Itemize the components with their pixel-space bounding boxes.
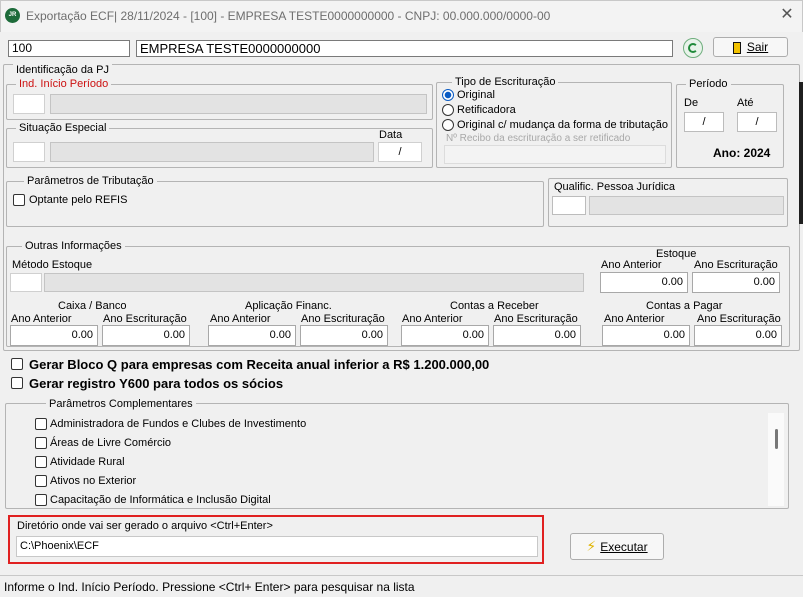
- radio-original-label: Original: [457, 89, 495, 101]
- estoque-ano-anterior-field[interactable]: 0.00: [600, 272, 688, 293]
- periodo-ate-label: Até: [737, 97, 754, 109]
- sair-button[interactable]: Sair: [713, 37, 788, 57]
- periodo-de-label: De: [684, 97, 699, 109]
- situacao-description-field: [50, 142, 374, 162]
- periodo-ano: Ano: 2024: [713, 146, 771, 160]
- y600-checkbox[interactable]: [11, 377, 23, 389]
- situacao-legend: Situação Especial: [16, 122, 110, 134]
- tipo-escrituracao-legend: Tipo de Escrituração: [452, 76, 559, 88]
- contas-pagar-ano-anterior-label: Ano Anterior: [604, 313, 665, 325]
- caixa-banco-ano-anterior-field[interactable]: 0.00: [10, 325, 98, 346]
- executar-button-label: Executar: [600, 540, 648, 554]
- refis-checkbox[interactable]: [13, 194, 25, 206]
- status-bar-text: Informe o Ind. Início Período. Pressione…: [4, 580, 415, 594]
- radio-original[interactable]: [442, 89, 454, 101]
- complementares-legend: Parâmetros Complementares: [46, 398, 196, 410]
- complementar-label-5: Capacitação de Informática e Inclusão Di…: [50, 494, 271, 506]
- scrollbar-thumb[interactable]: [775, 429, 778, 449]
- periodo-de-field[interactable]: /: [684, 112, 724, 132]
- periodo-legend: Período: [686, 78, 731, 90]
- company-name-field[interactable]: EMPRESA TESTE0000000000: [136, 40, 673, 57]
- complementar-checkbox-5[interactable]: [35, 494, 47, 506]
- radio-retificadora[interactable]: [442, 104, 454, 116]
- sair-button-label: Sair: [746, 40, 769, 54]
- executar-button[interactable]: ⚡ Executar: [570, 533, 664, 560]
- contas-receber-title: Contas a Receber: [450, 300, 539, 312]
- contas-pagar-ano-anterior-field[interactable]: 0.00: [602, 325, 690, 346]
- caixa-banco-ano-anterior-label: Ano Anterior: [11, 313, 72, 325]
- periodo-ate-field[interactable]: /: [737, 112, 777, 132]
- company-code-field[interactable]: 100: [8, 40, 130, 57]
- ind-inicio-description-field: [50, 94, 427, 114]
- caixa-banco-ano-escrit-label: Ano Escrituração: [103, 313, 187, 325]
- complementar-label-1: Administradora de Fundos e Clubes de Inv…: [50, 418, 307, 430]
- parametros-tributacao-legend: Parâmetros de Tributação: [24, 175, 157, 187]
- contas-receber-ano-escrit-field[interactable]: 0.00: [493, 325, 581, 346]
- situacao-code-field[interactable]: [13, 142, 45, 162]
- close-icon[interactable]: ✕: [777, 5, 797, 25]
- complementar-checkbox-1[interactable]: [35, 418, 47, 430]
- contas-pagar-ano-escrit-label: Ano Escrituração: [697, 313, 781, 325]
- estoque-ano-anterior-label: Ano Anterior: [601, 259, 662, 271]
- aplicacao-financ-ano-escrit-label: Ano Escrituração: [301, 313, 385, 325]
- recibo-field: [444, 145, 666, 164]
- qualific-code-field[interactable]: [552, 196, 586, 215]
- complementar-checkbox-4[interactable]: [35, 475, 47, 487]
- lightning-icon: ⚡: [586, 538, 597, 554]
- background-window-edge: [799, 82, 803, 224]
- aplicacao-financ-title: Aplicação Financ.: [245, 300, 332, 312]
- contas-receber-ano-anterior-field[interactable]: 0.00: [401, 325, 489, 346]
- complementar-label-2: Áreas de Livre Comércio: [50, 437, 172, 449]
- complementares-scrollbar[interactable]: [768, 413, 784, 506]
- complementar-label-4: Ativos no Exterior: [50, 475, 137, 487]
- window-title: Exportação ECF| 28/11/2024 - [100] - EMP…: [26, 9, 551, 23]
- estoque-title: Estoque: [656, 248, 697, 260]
- contas-receber-ano-escrit-label: Ano Escrituração: [494, 313, 578, 325]
- recibo-label: Nº Recibo da escrituração a ser retifica…: [446, 133, 631, 144]
- contas-pagar-title: Contas a Pagar: [646, 300, 723, 312]
- app-logo-icon: JR: [5, 8, 20, 23]
- data-label: Data: [379, 129, 403, 141]
- diretorio-field[interactable]: C:\Phoenix\ECF: [16, 536, 538, 557]
- complementar-checkbox-3[interactable]: [35, 456, 47, 468]
- aplicacao-financ-ano-anterior-field[interactable]: 0.00: [208, 325, 296, 346]
- identificacao-legend: Identificação da PJ: [13, 64, 112, 76]
- estoque-ano-escrit-label: Ano Escrituração: [694, 259, 778, 271]
- bloco-q-checkbox[interactable]: [11, 358, 23, 370]
- caixa-banco-title: Caixa / Banco: [58, 300, 127, 312]
- complementar-label-3: Atividade Rural: [50, 456, 125, 468]
- aplicacao-financ-ano-anterior-label: Ano Anterior: [210, 313, 271, 325]
- metodo-estoque-label: Método Estoque: [12, 259, 93, 271]
- radio-retificadora-label: Retificadora: [457, 104, 516, 116]
- y600-label: Gerar registro Y600 para todos os sócios: [29, 376, 284, 391]
- qualific-description-field: [589, 196, 784, 215]
- diretorio-label: Diretório onde vai ser gerado o arquivo …: [17, 520, 273, 532]
- contas-pagar-ano-escrit-field[interactable]: 0.00: [694, 325, 782, 346]
- outras-legend: Outras Informações: [22, 240, 125, 252]
- exit-door-icon: [732, 41, 741, 54]
- ind-inicio-code-field[interactable]: [13, 94, 45, 114]
- ind-inicio-label: Ind. Início Período: [16, 78, 112, 90]
- aplicacao-financ-ano-escrit-field[interactable]: 0.00: [300, 325, 388, 346]
- metodo-estoque-description-field: [44, 273, 584, 292]
- estoque-ano-escrit-field[interactable]: 0.00: [692, 272, 780, 293]
- refresh-icon[interactable]: [683, 38, 703, 58]
- contas-receber-ano-anterior-label: Ano Anterior: [402, 313, 463, 325]
- complementar-checkbox-2[interactable]: [35, 437, 47, 449]
- data-field[interactable]: /: [378, 142, 422, 162]
- caixa-banco-ano-escrit-field[interactable]: 0.00: [102, 325, 190, 346]
- bloco-q-label: Gerar Bloco Q para empresas com Receita …: [29, 357, 490, 372]
- radio-original-mudanca-label: Original c/ mudança da forma de tributaç…: [457, 119, 668, 131]
- qualific-label: Qualific. Pessoa Jurídica: [554, 181, 676, 193]
- refis-label: Optante pelo REFIS: [29, 194, 128, 206]
- radio-original-mudanca[interactable]: [442, 119, 454, 131]
- metodo-estoque-code-field[interactable]: [10, 273, 42, 292]
